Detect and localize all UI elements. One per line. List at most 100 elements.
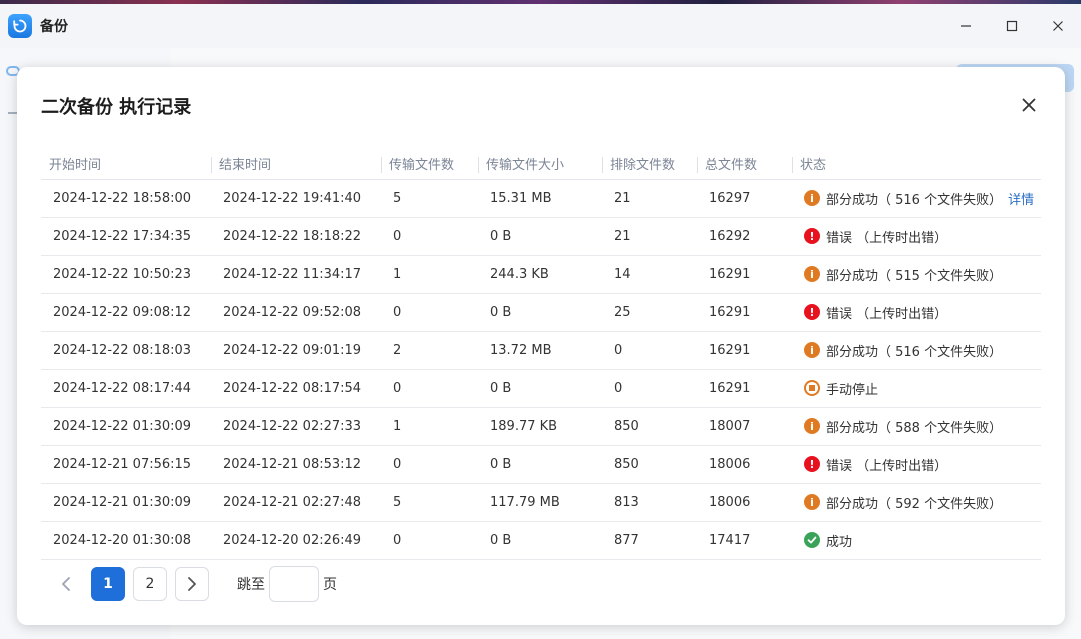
- end-time-cell: 2024-12-22 09:01:19: [211, 331, 381, 370]
- dialog-close-button[interactable]: [1019, 95, 1039, 115]
- end-time-cell: 2024-12-22 18:18:22: [211, 217, 381, 256]
- transferred-size-cell: 0 B: [478, 293, 602, 332]
- table-row: 2024-12-22 10:50:23 2024-12-22 11:34:17 1 2…: [41, 255, 1041, 294]
- start-time-cell: 2024-12-22 18:58:00: [41, 179, 211, 218]
- end-time-cell: 2024-12-22 08:17:54: [211, 369, 381, 408]
- transferred-size-cell: 0 B: [478, 217, 602, 256]
- minimize-icon: [961, 25, 971, 27]
- transferred-count-cell: 0: [381, 217, 478, 256]
- stop-icon: [804, 380, 820, 396]
- status-text: 错误 （上传时出错）: [826, 458, 948, 474]
- close-icon: [1053, 21, 1063, 31]
- chevron-right-icon: [188, 577, 196, 591]
- transferred-count-cell: 0: [381, 369, 478, 408]
- start-time-cell: 2024-12-21 01:30:09: [41, 483, 211, 522]
- info-icon: i: [804, 190, 820, 206]
- jump-page-input[interactable]: [269, 566, 319, 602]
- table-row: 2024-12-21 07:56:15 2024-12-21 08:53:12 0 0…: [41, 445, 1041, 484]
- window-title: 备份: [40, 19, 68, 35]
- column-header-transferred-count: 传输文件数: [381, 149, 478, 180]
- details-link[interactable]: 详情: [1008, 189, 1034, 208]
- transferred-count-cell: 5: [381, 483, 478, 522]
- status-cell: i 部分成功（ 588 个文件失败）: [792, 407, 1041, 446]
- info-icon: i: [804, 418, 820, 434]
- end-time-cell: 2024-12-21 02:27:48: [211, 483, 381, 522]
- transferred-size-cell: 0 B: [478, 369, 602, 408]
- transferred-count-cell: 0: [381, 293, 478, 332]
- total-count-cell: 17417: [697, 521, 792, 560]
- column-header-excluded-count: 排除文件数: [602, 149, 697, 180]
- column-header-end-time: 结束时间: [211, 149, 381, 180]
- page-button-2[interactable]: 2: [133, 567, 167, 601]
- start-time-cell: 2024-12-22 09:08:12: [41, 293, 211, 332]
- error-icon: !: [804, 304, 820, 320]
- dialog-title: 二次备份 执行记录: [41, 97, 192, 118]
- transferred-size-cell: 117.79 MB: [478, 483, 602, 522]
- status-text: 部分成功（ 588 个文件失败）: [826, 420, 1003, 436]
- table-row: 2024-12-22 01:30:09 2024-12-22 02:27:33 1 1…: [41, 407, 1041, 446]
- prev-page-button[interactable]: [49, 567, 83, 601]
- table-row: 2024-12-22 18:58:00 2024-12-22 19:41:40 5 1…: [41, 179, 1041, 218]
- maximize-button[interactable]: [989, 4, 1035, 48]
- transferred-size-cell: 13.72 MB: [478, 331, 602, 370]
- end-time-cell: 2024-12-22 02:27:33: [211, 407, 381, 446]
- transferred-count-cell: 1: [381, 407, 478, 446]
- status-text: 错误 （上传时出错）: [826, 230, 948, 246]
- status-text: 部分成功（ 515 个文件失败）: [826, 268, 1003, 284]
- status-text: 部分成功（ 516 个文件失败）: [826, 192, 1003, 208]
- page-button-1[interactable]: 1: [91, 567, 125, 601]
- end-time-cell: 2024-12-20 02:26:49: [211, 521, 381, 560]
- table-row: 2024-12-22 09:08:12 2024-12-22 09:52:08 0 0…: [41, 293, 1041, 332]
- status-cell: i 部分成功（ 516 个文件失败） 详情: [792, 179, 1041, 218]
- next-page-button[interactable]: [175, 567, 209, 601]
- window-close-button[interactable]: [1035, 4, 1081, 48]
- status-cell: 手动停止: [792, 369, 1041, 408]
- error-icon: !: [804, 456, 820, 472]
- error-icon: !: [804, 228, 820, 244]
- transferred-count-cell: 1: [381, 255, 478, 294]
- table-row: 2024-12-22 08:18:03 2024-12-22 09:01:19 2 1…: [41, 331, 1041, 370]
- info-icon: i: [804, 342, 820, 358]
- status-text: 成功: [826, 534, 853, 550]
- excluded-count-cell: 877: [602, 521, 697, 560]
- status-cell: i 部分成功（ 515 个文件失败）: [792, 255, 1041, 294]
- check-icon: [804, 532, 820, 548]
- excluded-count-cell: 850: [602, 407, 697, 446]
- transferred-size-cell: 189.77 KB: [478, 407, 602, 446]
- transferred-count-cell: 2: [381, 331, 478, 370]
- table-header-row: 开始时间 结束时间 传输文件数 传输文件大小 排除文件数 总文件数 状态: [41, 149, 1041, 180]
- end-time-cell: 2024-12-22 19:41:40: [211, 179, 381, 218]
- minimize-button[interactable]: [943, 4, 989, 48]
- excluded-count-cell: 21: [602, 217, 697, 256]
- transferred-size-cell: 15.31 MB: [478, 179, 602, 218]
- excluded-count-cell: 25: [602, 293, 697, 332]
- start-time-cell: 2024-12-21 07:56:15: [41, 445, 211, 484]
- status-text: 部分成功（ 592 个文件失败）: [826, 496, 1003, 512]
- end-time-cell: 2024-12-22 09:52:08: [211, 293, 381, 332]
- total-count-cell: 16291: [697, 331, 792, 370]
- total-count-cell: 16297: [697, 179, 792, 218]
- column-header-start-time: 开始时间: [41, 149, 211, 180]
- column-header-total-count: 总文件数: [697, 149, 792, 180]
- transferred-count-cell: 5: [381, 179, 478, 218]
- status-cell: i 部分成功（ 516 个文件失败）: [792, 331, 1041, 370]
- table-row: 2024-12-21 01:30:09 2024-12-21 02:27:48 5 1…: [41, 483, 1041, 522]
- start-time-cell: 2024-12-20 01:30:08: [41, 521, 211, 560]
- excluded-count-cell: 21: [602, 179, 697, 218]
- end-time-cell: 2024-12-22 11:34:17: [211, 255, 381, 294]
- total-count-cell: 16291: [697, 255, 792, 294]
- excluded-count-cell: 0: [602, 331, 697, 370]
- backup-app-icon: [8, 14, 32, 38]
- pagination: 1 2 跳至 页: [49, 566, 337, 602]
- status-cell: ! 错误 （上传时出错）: [792, 217, 1041, 256]
- jump-to-label: 跳至: [237, 577, 265, 593]
- total-count-cell: 18007: [697, 407, 792, 446]
- table-row: 2024-12-22 08:17:44 2024-12-22 08:17:54 0 0…: [41, 369, 1041, 408]
- column-header-transferred-size: 传输文件大小: [478, 149, 602, 180]
- title-bar: 备份: [0, 4, 1081, 48]
- table-row: 2024-12-20 01:30:08 2024-12-20 02:26:49 0 0…: [41, 521, 1041, 560]
- execution-record-dialog: 二次备份 执行记录 开始时间 结束时间 传输文件数 传输文件大小 排除文件数 总…: [17, 67, 1065, 625]
- close-icon: [1022, 98, 1036, 112]
- maximize-icon: [1006, 20, 1018, 32]
- status-text: 部分成功（ 516 个文件失败）: [826, 344, 1003, 360]
